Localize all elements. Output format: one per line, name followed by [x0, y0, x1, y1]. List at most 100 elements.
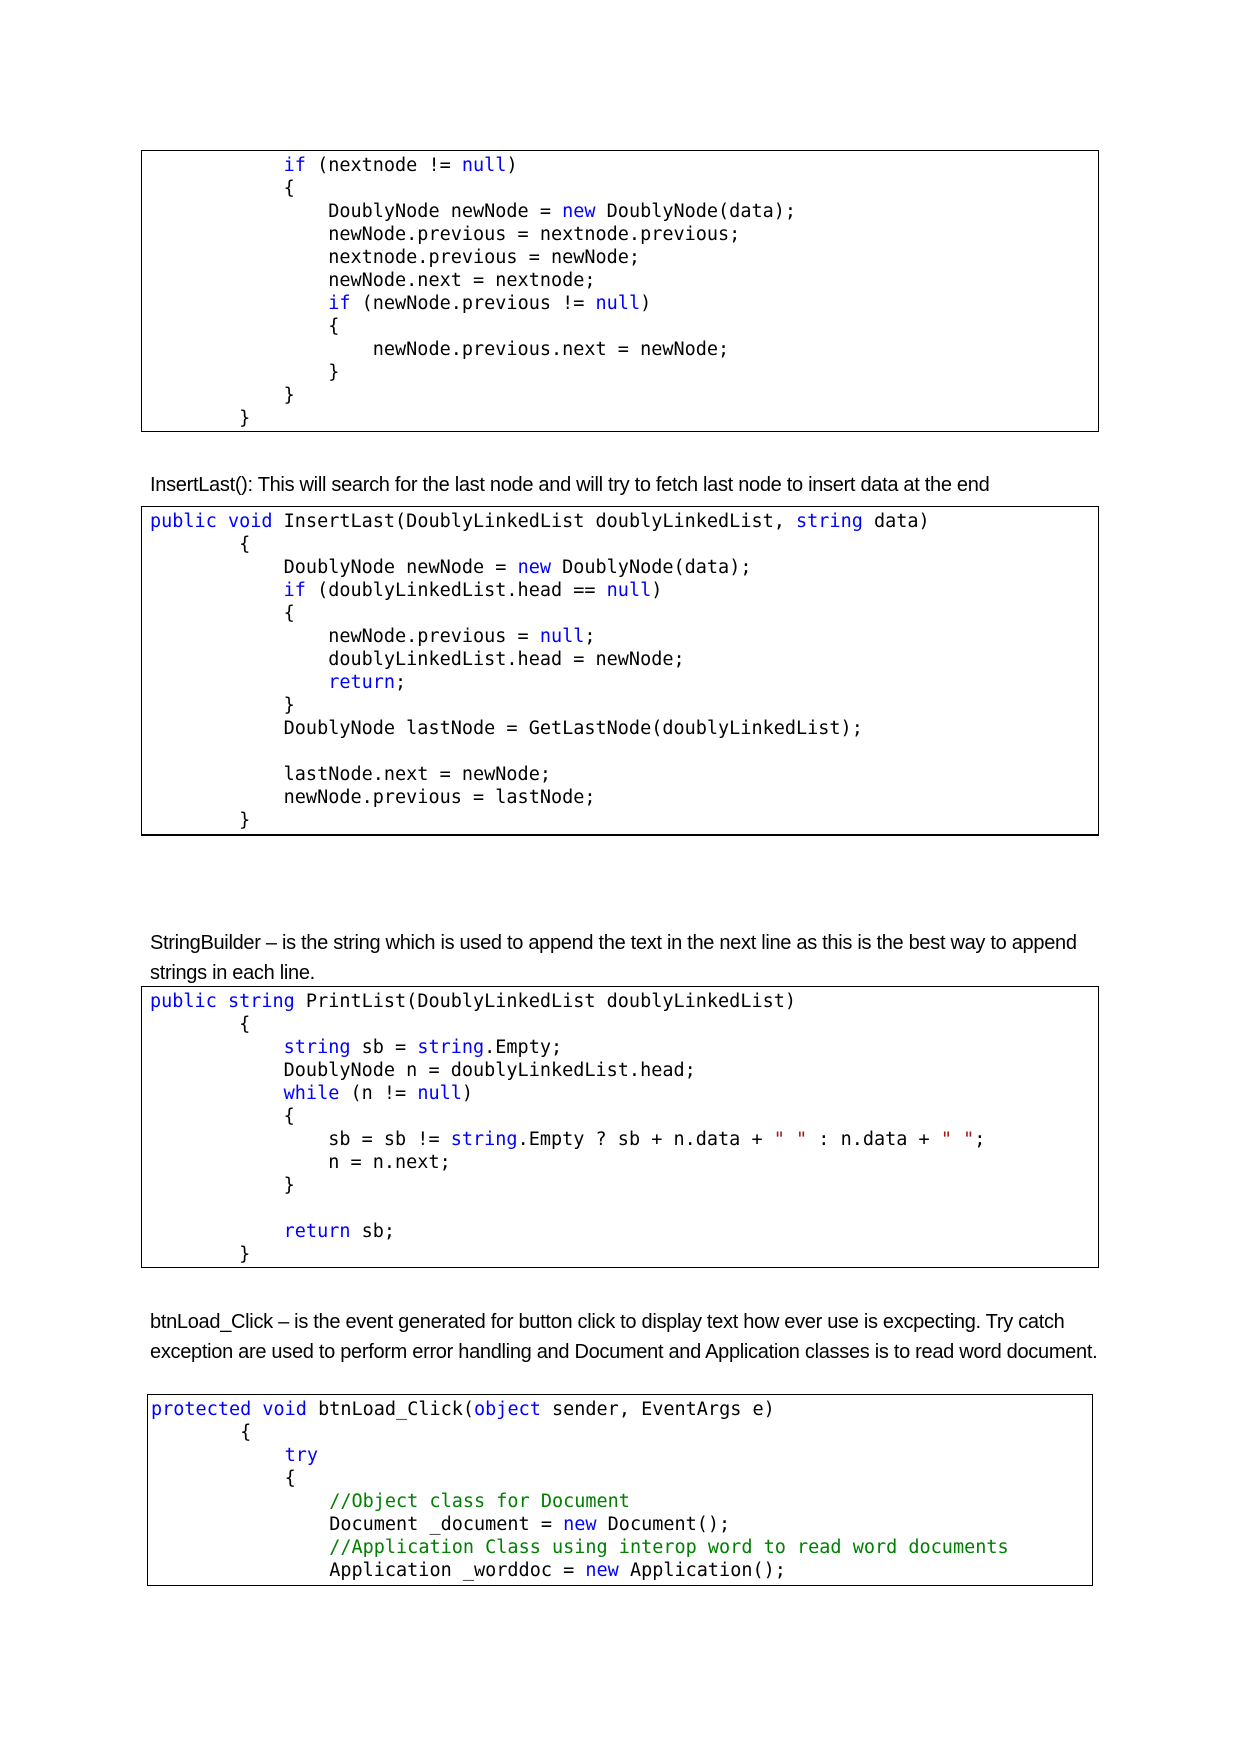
code-line: }	[150, 694, 1098, 717]
code-text: ;	[974, 1129, 986, 1150]
keyword-token: if	[328, 293, 351, 314]
keyword-token: public	[150, 991, 217, 1012]
code-text: }	[150, 408, 251, 429]
code-text: (nextnode !=	[305, 155, 462, 176]
keyword-token: try	[284, 1445, 319, 1466]
code-text: btnLoad_Click(	[306, 1399, 475, 1420]
code-text: lastNode.next = newNode;	[150, 764, 551, 785]
code-text: : n.data +	[807, 1129, 941, 1150]
code-line: doublyLinkedList.head = newNode;	[150, 648, 1098, 671]
code-line: }	[150, 407, 1098, 430]
code-text: nextnode.previous = newNode;	[150, 247, 641, 268]
code-text: {	[150, 534, 251, 555]
code-text: }	[150, 1175, 295, 1196]
keyword-token: new	[562, 201, 596, 222]
code-text: )	[640, 293, 652, 314]
keyword-token: new	[563, 1514, 597, 1535]
code-text: DoublyNode(data);	[595, 201, 797, 222]
keyword-token: if	[283, 155, 306, 176]
code-text: {	[151, 1422, 252, 1443]
comment-token: //Object class for Document	[329, 1491, 630, 1512]
code-text: newNode.previous.next = newNode;	[150, 339, 730, 360]
code-text: (doublyLinkedList.head ==	[305, 580, 607, 601]
keyword-token: string	[227, 991, 295, 1012]
code-text: }	[150, 810, 251, 831]
code-line: newNode.next = nextnode;	[150, 269, 1098, 292]
keyword-token: string	[283, 1037, 351, 1058]
code-line: n = n.next;	[150, 1151, 1098, 1174]
code-line: return sb;	[150, 1220, 1098, 1243]
code-text: }	[150, 362, 340, 383]
string-token: " "	[940, 1129, 975, 1150]
code-text: PrintList(DoublyLinkedList doublyLinkedL…	[294, 991, 797, 1012]
code-text: }	[150, 385, 295, 406]
code-line: {	[150, 1105, 1098, 1128]
code-line: {	[150, 1013, 1098, 1036]
code-text: newNode.previous = nextnode.previous;	[150, 224, 741, 245]
keyword-token: return	[328, 672, 396, 693]
code-line: return;	[150, 671, 1098, 694]
code-line: }	[150, 384, 1098, 407]
code-text: sb;	[350, 1221, 396, 1242]
code-line: {	[151, 1421, 1092, 1444]
keyword-token: return	[283, 1221, 351, 1242]
code-text: {	[150, 603, 295, 624]
paragraph-insert-last: InsertLast(): This will search for the l…	[150, 474, 990, 496]
code-line: }	[150, 809, 1098, 832]
code-text: )	[506, 155, 518, 176]
keyword-token: object	[474, 1399, 541, 1420]
code-text: data)	[862, 511, 930, 532]
code-line: while (n != null)	[150, 1082, 1098, 1105]
code-text: )	[461, 1083, 474, 1104]
keyword-token: public	[150, 511, 217, 532]
code-line: public void InsertLast(DoublyLinkedList …	[150, 510, 1098, 533]
code-line: public string PrintList(DoublyLinkedList…	[150, 990, 1098, 1013]
code-text: newNode.previous = lastNode;	[150, 787, 596, 808]
keyword-token: null	[461, 155, 507, 176]
code-text: {	[150, 1106, 295, 1127]
code-block-insert-last: public void InsertLast(DoublyLinkedList …	[141, 506, 1099, 836]
code-text: sb =	[350, 1037, 418, 1058]
code-line: DoublyNode lastNode = GetLastNode(doubly…	[150, 717, 1098, 740]
code-text: )	[651, 580, 663, 601]
code-text: }	[150, 1244, 251, 1265]
code-text: n = n.next;	[150, 1152, 451, 1173]
keyword-token: string	[417, 1037, 485, 1058]
code-block-insert-before: if (nextnode != null) { DoublyNode newNo…	[141, 150, 1099, 432]
code-line: DoublyNode newNode = new DoublyNode(data…	[150, 556, 1098, 579]
code-text: doublyLinkedList.head = newNode;	[150, 649, 685, 670]
code-line: {	[150, 177, 1098, 200]
code-line: string sb = string.Empty;	[150, 1036, 1098, 1059]
paragraph-string-builder: StringBuilder – is the string which is u…	[150, 932, 1077, 984]
code-line: }	[150, 1174, 1098, 1197]
keyword-token: string	[450, 1129, 518, 1150]
code-text: DoublyNode lastNode = GetLastNode(doubly…	[150, 718, 863, 739]
code-text: InsertLast(DoublyLinkedList doublyLinked…	[272, 511, 797, 532]
code-line: newNode.previous.next = newNode;	[150, 338, 1098, 361]
code-line: {	[151, 1467, 1092, 1490]
code-text: (newNode.previous !=	[350, 293, 596, 314]
code-line: Application _worddoc = new Application()…	[151, 1559, 1092, 1582]
code-text: (n !=	[339, 1083, 418, 1104]
string-token: " "	[773, 1129, 808, 1150]
code-text: Document();	[596, 1514, 731, 1535]
keyword-token: void	[227, 511, 273, 532]
code-text: DoublyNode(data);	[550, 557, 752, 578]
code-line: DoublyNode n = doublyLinkedList.head;	[150, 1059, 1098, 1082]
code-line: protected void btnLoad_Click(object send…	[151, 1398, 1092, 1421]
code-text: newNode.next = nextnode;	[150, 270, 596, 291]
code-text: sb = sb !=	[150, 1129, 451, 1150]
code-block-btn-load-click: protected void btnLoad_Click(object send…	[147, 1394, 1093, 1586]
keyword-token: while	[283, 1083, 340, 1104]
code-text: ;	[395, 672, 407, 693]
code-line: newNode.previous = nextnode.previous;	[150, 223, 1098, 246]
